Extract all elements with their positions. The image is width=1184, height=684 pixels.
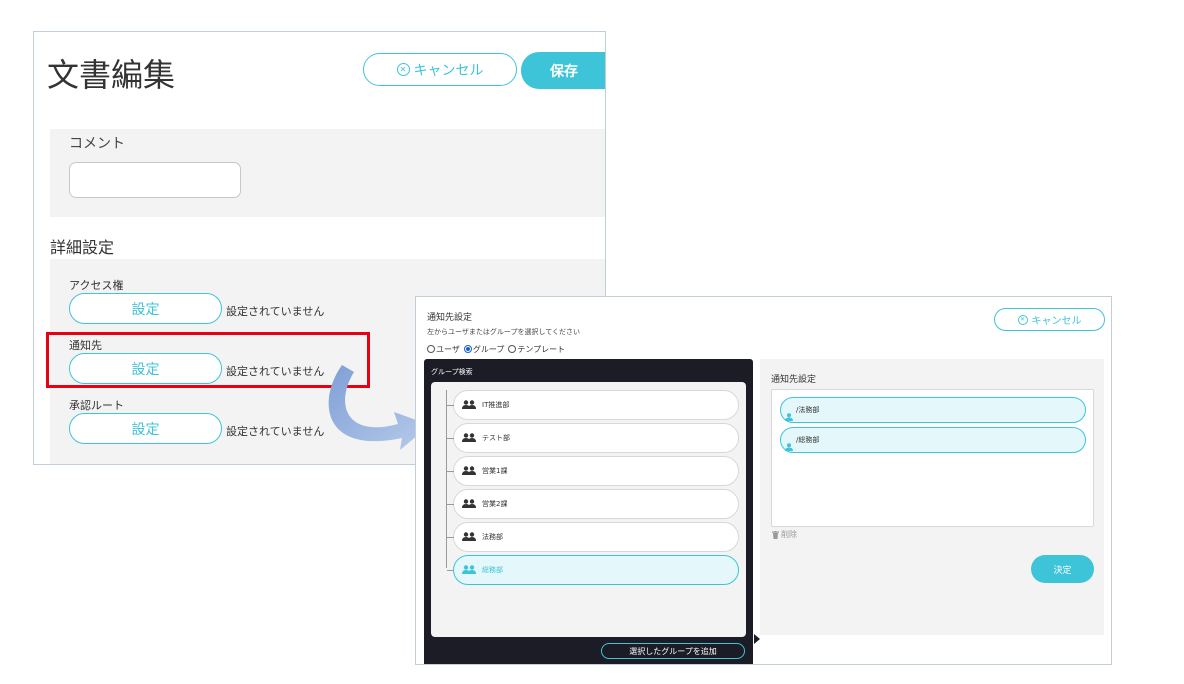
group-users-icon xyxy=(462,466,476,476)
approval-route-set-button[interactable]: 設定 xyxy=(69,413,222,444)
delete-label: 削除 xyxy=(781,530,797,539)
group-name: 総務部 xyxy=(482,566,503,574)
group-item-general-affairs[interactable]: 総務部 xyxy=(447,555,739,585)
group-item-sales1[interactable]: 営業1課 xyxy=(447,456,739,486)
group-search-panel: グループ検索 IT推進部 テスト部 営業1課 営業2課 法務部 総務部 選択した… xyxy=(424,359,753,664)
notification-settings-window: 通知先設定 左からユーザまたはグループを選択してください ユーザ グループ テン… xyxy=(415,296,1112,665)
comment-input[interactable] xyxy=(69,162,241,198)
group-name: 法務部 xyxy=(482,533,503,541)
approval-route-status: 設定されていません xyxy=(226,425,325,438)
detail-settings-heading: 詳細設定 xyxy=(50,238,115,257)
group-item-sales2[interactable]: 営業2課 xyxy=(447,489,739,519)
destination-item[interactable]: /総務部 xyxy=(780,427,1086,453)
notification-destination-panel: 通知先設定 /法務部 /総務部 削除 決定 xyxy=(760,359,1104,635)
group-tree-list[interactable]: IT推進部 テスト部 営業1課 営業2課 法務部 総務部 xyxy=(431,382,746,637)
radio-group-label: グループ xyxy=(472,345,505,354)
page-title: 文書編集 xyxy=(47,56,176,94)
group-users-icon xyxy=(462,400,476,410)
destination-list[interactable]: /法務部 /総務部 xyxy=(771,389,1094,527)
group-users-icon xyxy=(462,433,476,443)
instruction-text: 左からユーザまたはグループを選択してください xyxy=(427,328,581,336)
destination-name: /総務部 xyxy=(796,436,820,444)
group-item-test[interactable]: テスト部 xyxy=(447,423,739,453)
radio-user[interactable]: ユーザ xyxy=(427,344,460,355)
close-circle-icon: ✕ xyxy=(396,63,410,76)
access-rights-set-button[interactable]: 設定 xyxy=(69,293,222,324)
save-button[interactable]: 保存 xyxy=(521,52,605,89)
triangle-right-icon xyxy=(754,634,760,644)
confirm-button[interactable]: 決定 xyxy=(1031,555,1094,583)
cancel-button-label: キャンセル xyxy=(413,62,484,79)
radio-user-label: ユーザ xyxy=(436,345,460,354)
destination-name: /法務部 xyxy=(796,406,820,414)
radio-checked-icon xyxy=(463,345,472,353)
curved-arrow-icon xyxy=(328,365,430,450)
group-name: テスト部 xyxy=(482,434,510,442)
group-name: 営業2課 xyxy=(482,500,508,508)
radio-template-label: テンプレート xyxy=(517,345,566,354)
destination-item[interactable]: /法務部 xyxy=(780,397,1086,423)
tree-connector-line xyxy=(446,390,447,568)
close-circle-icon: ✕ xyxy=(1017,314,1028,325)
target-type-radio-group: ユーザ グループ テンプレート xyxy=(427,344,565,355)
group-users-icon xyxy=(462,532,476,542)
radio-group[interactable]: グループ xyxy=(463,344,505,355)
radio-template[interactable]: テンプレート xyxy=(508,344,565,355)
group-item-it[interactable]: IT推進部 xyxy=(447,390,739,420)
approval-route-label: 承認ルート xyxy=(69,399,124,412)
trash-icon xyxy=(772,530,779,539)
comment-label: コメント xyxy=(69,136,125,152)
user-icon xyxy=(785,436,793,451)
radio-circle-icon xyxy=(508,345,517,353)
group-name: 営業1課 xyxy=(482,467,508,475)
group-users-icon xyxy=(462,499,476,509)
group-search-label: グループ検索 xyxy=(431,368,473,376)
delete-button[interactable]: 削除 xyxy=(772,529,797,540)
window-title: 通知先設定 xyxy=(427,313,473,323)
destination-panel-title: 通知先設定 xyxy=(771,375,817,385)
radio-circle-icon xyxy=(427,345,435,353)
group-item-legal[interactable]: 法務部 xyxy=(447,522,739,552)
access-rights-label: アクセス権 xyxy=(69,279,124,292)
cancel-button[interactable]: ✕ キャンセル xyxy=(363,53,517,86)
add-selected-group-button[interactable]: 選択したグループを追加 xyxy=(601,643,745,659)
comment-section: コメント xyxy=(50,129,605,217)
group-users-icon xyxy=(462,565,476,575)
user-icon xyxy=(785,406,793,421)
cancel-button-label: キャンセル xyxy=(1031,316,1082,327)
group-name: IT推進部 xyxy=(482,401,510,409)
access-rights-status: 設定されていません xyxy=(226,305,325,318)
cancel-button[interactable]: ✕ キャンセル xyxy=(994,308,1105,331)
